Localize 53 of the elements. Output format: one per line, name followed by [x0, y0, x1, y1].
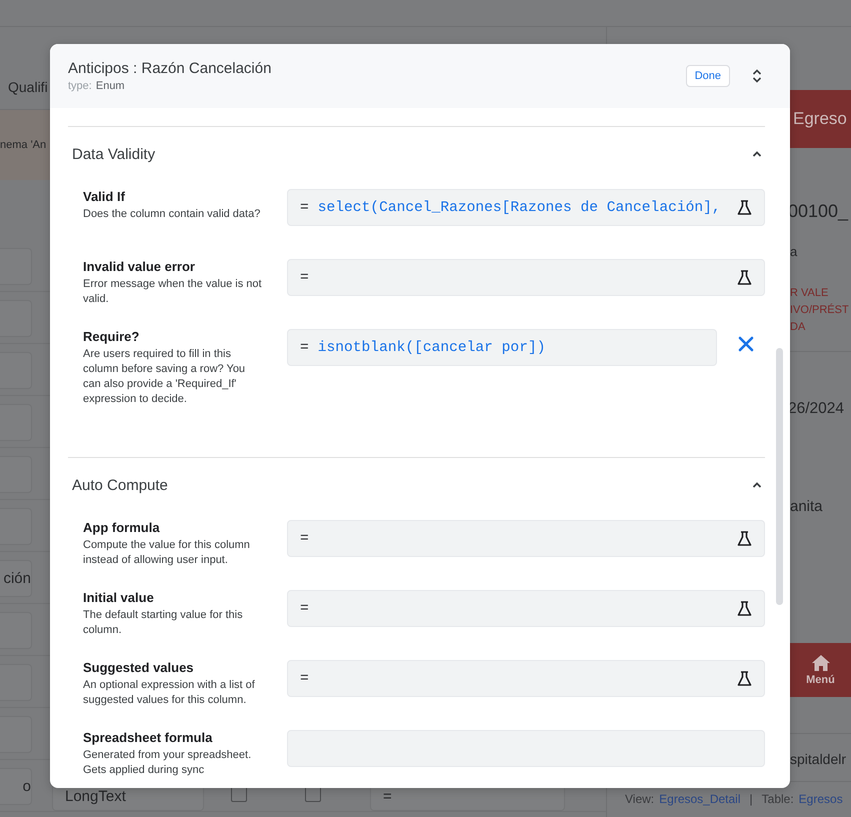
- field-description: Error message when the value is not valid.: [83, 277, 263, 307]
- field-label: Invalid value error: [83, 259, 196, 275]
- chevron-up-icon[interactable]: [752, 481, 762, 489]
- expression-field[interactable]: =: [287, 590, 765, 627]
- table-label: Table:: [762, 792, 794, 806]
- expression-field[interactable]: =: [287, 660, 765, 697]
- view-label: View:: [625, 792, 654, 806]
- input-field[interactable]: ción: [0, 560, 32, 597]
- expression-field[interactable]: [287, 730, 765, 767]
- field-description: An optional expression with a list of suggested values for this column.: [83, 678, 256, 708]
- expression-field[interactable]: = isnotblank([cancelar por]): [287, 329, 717, 366]
- flask-icon[interactable]: [737, 200, 752, 215]
- record-number: 00100_: [788, 201, 850, 222]
- flask-icon[interactable]: [737, 531, 752, 546]
- field-label: Initial value: [83, 590, 155, 606]
- input-field[interactable]: o: [0, 768, 32, 805]
- status-note: IVO/PRÉST: [790, 304, 850, 316]
- home-icon: [812, 654, 830, 670]
- date-text: 26/2024: [788, 400, 846, 418]
- field-description: The default starting value for this column.: [83, 608, 244, 638]
- scrollbar-thumb[interactable]: [776, 348, 783, 605]
- flask-icon[interactable]: [737, 601, 752, 616]
- close-icon: [738, 336, 754, 352]
- section-title[interactable]: Data Validity: [72, 146, 156, 162]
- menu-button[interactable]: Menú: [790, 643, 851, 697]
- field-label: Valid If: [83, 189, 126, 205]
- status-note: R VALE: [790, 287, 830, 299]
- detail-text: a: [790, 244, 798, 259]
- toolbar-tab[interactable]: Qualifi: [8, 78, 48, 94]
- field-description: Are users required to fill in this column before saving a row? You can also provide a 'Required_If' expression to decide.: [83, 347, 246, 407]
- separator: |: [750, 792, 753, 806]
- flask-icon[interactable]: [737, 270, 752, 285]
- done-button[interactable]: Done: [686, 65, 730, 87]
- unfold-icon[interactable]: [752, 69, 762, 83]
- status-note: DA: [790, 321, 806, 333]
- dialog-title: Anticipos : Razón Cancelación: [68, 60, 272, 77]
- field-description: Does the column contain valid data?: [83, 207, 262, 222]
- type-label: type:: [68, 80, 92, 92]
- expression-field[interactable]: =: [287, 520, 765, 557]
- type-value: Enum: [96, 80, 125, 92]
- field-description: Compute the value for this column instead of allowing user input.: [83, 538, 251, 568]
- email-text: spitaldelr: [790, 751, 848, 767]
- name-text: anita: [790, 498, 824, 515]
- field-label: Spreadsheet formula: [83, 730, 214, 746]
- field-label: App formula: [83, 520, 161, 536]
- detail-header: Egreso: [790, 90, 851, 148]
- expression-field[interactable]: = select(Cancel_Razones[Razones de Cancelación],: [287, 189, 765, 226]
- field-label: Require?: [83, 329, 140, 345]
- expression-field[interactable]: =: [287, 259, 765, 296]
- chevron-up-icon[interactable]: [752, 150, 762, 158]
- field-label: Suggested values: [83, 660, 195, 676]
- section-title[interactable]: Auto Compute: [72, 476, 168, 494]
- flask-icon[interactable]: [737, 671, 752, 686]
